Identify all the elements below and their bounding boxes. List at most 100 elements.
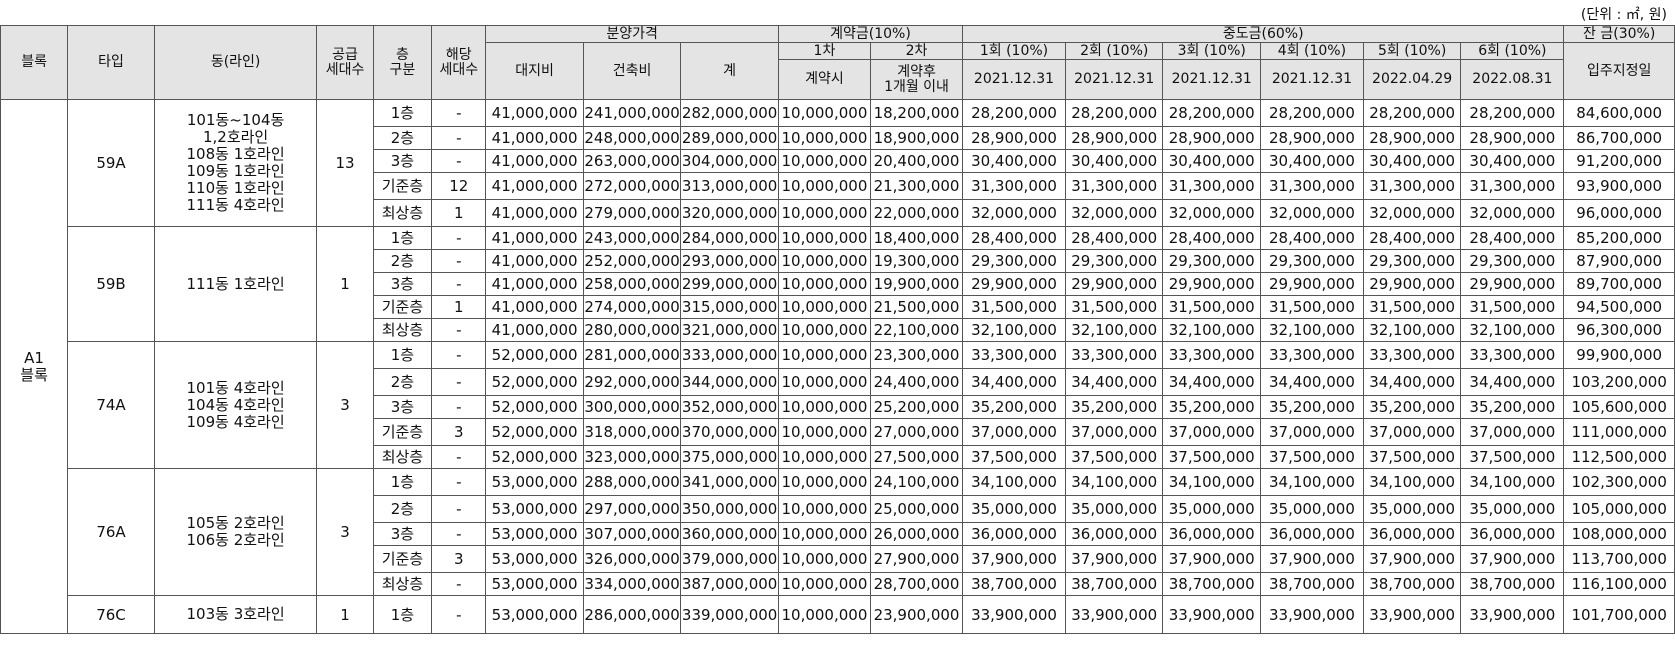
table-header: 블록 타입 동(라인) 공급 세대수 층 구분 해당 세대수 분양가격 계약금(… — [0, 25, 1675, 100]
floor-cell: 3층 — [372, 522, 433, 546]
middle1-cell: 31,300,000 — [962, 172, 1066, 200]
deposit1-cell: 10,000,000 — [777, 395, 871, 419]
unit-note: (단위 : ㎡, 원) — [1580, 7, 1667, 23]
units-cell: - — [431, 572, 487, 596]
deposit2-cell: 23,300,000 — [869, 341, 964, 369]
middle5-cell: 28,200,000 — [1362, 99, 1462, 127]
middle1-cell: 34,400,000 — [962, 368, 1066, 396]
middle3-cell: 37,000,000 — [1162, 418, 1261, 446]
deposit2-cell: 22,100,000 — [869, 318, 964, 342]
header-supply: 공급 세대수 — [316, 25, 374, 100]
header-land: 대지비 — [485, 42, 584, 100]
floor-cell: 기준층 — [372, 172, 433, 200]
middle4-cell: 35,200,000 — [1259, 395, 1364, 419]
land-cell: 53,000,000 — [485, 545, 584, 573]
land-cell: 41,000,000 — [485, 226, 584, 250]
total-cell: 293,000,000 — [680, 249, 779, 273]
middle6-cell: 31,500,000 — [1460, 295, 1565, 319]
middle6-cell: 29,900,000 — [1460, 272, 1565, 296]
deposit2-cell: 24,100,000 — [869, 468, 964, 496]
middle1-cell: 28,200,000 — [962, 99, 1066, 127]
balance-cell: 103,200,000 — [1563, 368, 1675, 396]
header-mid-2: 2회 (10%) — [1064, 42, 1164, 60]
dong-cell: 103동 3호라인 — [153, 595, 318, 634]
total-cell: 313,000,000 — [680, 172, 779, 200]
balance-cell: 85,200,000 — [1563, 226, 1675, 250]
land-cell: 41,000,000 — [485, 272, 584, 296]
middle2-cell: 35,000,000 — [1064, 495, 1164, 523]
deposit2-cell: 28,700,000 — [869, 572, 964, 596]
middle2-cell: 33,300,000 — [1064, 341, 1164, 369]
middle6-cell: 28,400,000 — [1460, 226, 1565, 250]
header-dep1: 1차 — [777, 42, 871, 60]
units-cell: - — [431, 272, 487, 296]
balance-cell: 102,300,000 — [1563, 468, 1675, 496]
deposit2-cell: 25,200,000 — [869, 395, 964, 419]
balance-cell: 108,000,000 — [1563, 522, 1675, 546]
header-sale-price: 분양가격 — [485, 25, 779, 43]
total-cell: 320,000,000 — [680, 199, 779, 227]
type-cell: 76C — [67, 595, 155, 634]
building-cell: 279,000,000 — [582, 199, 682, 227]
middle4-cell: 33,300,000 — [1259, 341, 1364, 369]
middle4-cell: 37,000,000 — [1259, 418, 1364, 446]
deposit2-cell: 27,000,000 — [869, 418, 964, 446]
middle5-cell: 36,000,000 — [1362, 522, 1462, 546]
balance-cell: 86,700,000 — [1563, 126, 1675, 150]
building-cell: 318,000,000 — [582, 418, 682, 446]
floor-cell: 최상층 — [372, 572, 433, 596]
dong-cell: 105동 2호라인 106동 2호라인 — [153, 468, 318, 596]
units-cell: 1 — [431, 295, 487, 319]
middle1-cell: 32,000,000 — [962, 199, 1066, 227]
supply-cell: 1 — [316, 595, 374, 634]
middle2-cell: 34,400,000 — [1064, 368, 1164, 396]
middle6-cell: 37,500,000 — [1460, 445, 1565, 469]
middle5-cell: 32,000,000 — [1362, 199, 1462, 227]
header-dep1-when: 계약시 — [777, 59, 871, 100]
balance-cell: 105,000,000 — [1563, 495, 1675, 523]
header-mid-date-1: 2021.12.31 — [962, 59, 1066, 100]
middle5-cell: 33,300,000 — [1362, 341, 1462, 369]
middle2-cell: 32,000,000 — [1064, 199, 1164, 227]
middle3-cell: 29,300,000 — [1162, 249, 1261, 273]
middle5-cell: 37,500,000 — [1362, 445, 1462, 469]
middle6-cell: 31,300,000 — [1460, 172, 1565, 200]
floor-cell: 1층 — [372, 341, 433, 369]
floor-cell: 기준층 — [372, 418, 433, 446]
building-cell: 263,000,000 — [582, 149, 682, 173]
total-cell: 289,000,000 — [680, 126, 779, 150]
header-balance-when: 입주지정일 — [1563, 42, 1675, 100]
header-building: 건축비 — [582, 42, 682, 100]
deposit1-cell: 10,000,000 — [777, 318, 871, 342]
middle6-cell: 33,300,000 — [1460, 341, 1565, 369]
header-middle: 중도금(60%) — [962, 25, 1565, 43]
middle3-cell: 31,300,000 — [1162, 172, 1261, 200]
deposit1-cell: 10,000,000 — [777, 226, 871, 250]
deposit1-cell: 10,000,000 — [777, 418, 871, 446]
middle6-cell: 38,700,000 — [1460, 572, 1565, 596]
header-total: 계 — [680, 42, 779, 100]
middle4-cell: 34,100,000 — [1259, 468, 1364, 496]
total-cell: 370,000,000 — [680, 418, 779, 446]
middle3-cell: 32,100,000 — [1162, 318, 1261, 342]
units-cell: - — [431, 149, 487, 173]
table-row: 59B 111동 1호라인 1 1층 -41,000,000 243,000,000 284… — [1, 226, 1675, 342]
middle3-cell: 34,100,000 — [1162, 468, 1261, 496]
deposit1-cell: 10,000,000 — [777, 99, 871, 127]
middle5-cell: 37,900,000 — [1362, 545, 1462, 573]
deposit2-cell: 23,900,000 — [869, 595, 964, 634]
table-row: A1 블록 59A 101동~104동 1,2호라인 108동 1호라인 109동 … — [0, 99, 1675, 634]
land-cell: 52,000,000 — [485, 368, 584, 396]
units-cell: - — [431, 468, 487, 496]
middle4-cell: 31,300,000 — [1259, 172, 1364, 200]
land-cell: 52,000,000 — [485, 341, 584, 369]
middle3-cell: 36,000,000 — [1162, 522, 1261, 546]
type-cell: 74A — [67, 341, 155, 469]
header-units: 해당 세대수 — [431, 25, 487, 100]
units-cell: 3 — [431, 418, 487, 446]
deposit1-cell: 10,000,000 — [777, 341, 871, 369]
middle1-cell: 32,100,000 — [962, 318, 1066, 342]
total-cell: 282,000,000 — [680, 99, 779, 127]
balance-cell: 101,700,000 — [1563, 595, 1675, 634]
deposit2-cell: 25,000,000 — [869, 495, 964, 523]
